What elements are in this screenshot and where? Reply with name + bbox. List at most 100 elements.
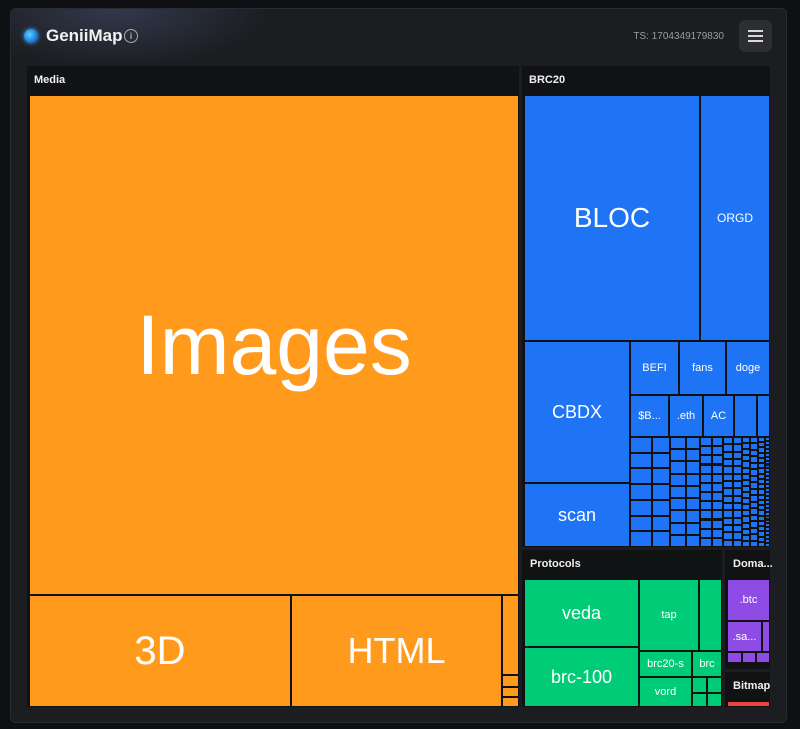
tile-brc20-small[interactable] — [733, 503, 742, 511]
tile-brc20-small[interactable] — [712, 437, 723, 447]
tile-brc20-small[interactable] — [700, 446, 712, 456]
tile-brc20-small[interactable] — [733, 466, 742, 474]
tile-brc20-small[interactable] — [712, 519, 723, 529]
tile-vord[interactable]: vord — [639, 677, 692, 707]
tile-bitmap[interactable] — [727, 701, 770, 707]
tile-brc20-small[interactable] — [670, 510, 686, 523]
tile-brc20-small[interactable] — [733, 473, 742, 481]
tile-brc20-small[interactable] — [630, 531, 652, 547]
tile-media-small[interactable] — [502, 687, 519, 697]
tile-brc20-small[interactable] — [700, 437, 712, 447]
tile-brc20-small[interactable] — [670, 437, 686, 450]
tile-brc20-small[interactable] — [723, 444, 733, 452]
tile-brc20-small[interactable] — [733, 525, 742, 533]
tile-veda[interactable]: veda — [524, 579, 639, 647]
tile-brc20-small[interactable] — [686, 485, 700, 499]
tile-befi[interactable]: BEFI — [630, 341, 679, 395]
tile-sa[interactable]: .sa... — [727, 621, 762, 652]
tile-brc20-small[interactable] — [700, 510, 712, 520]
tile-brc20-small[interactable] — [734, 395, 757, 437]
tile-brc20-small[interactable] — [670, 485, 686, 499]
tile-brc20-small[interactable] — [630, 515, 652, 532]
tile-brc20-small[interactable] — [686, 534, 700, 547]
tile-brc20-small[interactable] — [670, 522, 686, 535]
tile-protocol-small[interactable] — [699, 579, 722, 651]
tile-protocol-small[interactable] — [692, 693, 707, 707]
menu-button[interactable] — [739, 20, 772, 52]
tile-brc20-small[interactable] — [712, 528, 723, 538]
info-icon[interactable]: i — [124, 29, 138, 43]
tile-brc20-small[interactable] — [670, 473, 686, 486]
tile-brc20-small[interactable] — [652, 499, 670, 516]
tile-protocol-small[interactable] — [707, 693, 722, 707]
tile-brc20-small[interactable] — [700, 464, 712, 474]
tile-brc20-small[interactable] — [712, 446, 723, 456]
tile-brc20-small[interactable] — [700, 482, 712, 492]
tile-brc20-small[interactable] — [723, 437, 733, 445]
tile-brc20-small[interactable] — [652, 531, 670, 547]
tile-brc20-small[interactable] — [765, 543, 770, 547]
tile-images[interactable]: Images — [29, 95, 519, 595]
tile-brc20-small[interactable] — [758, 541, 765, 547]
tile-brc20-small[interactable] — [723, 517, 733, 525]
tile-brc20-small[interactable] — [700, 537, 712, 547]
tile-brc20-small[interactable] — [733, 437, 742, 445]
tile-cbdx[interactable]: CBDX — [524, 341, 630, 483]
tile-brc20-small[interactable] — [733, 451, 742, 459]
tile-brc20-small[interactable] — [723, 510, 733, 518]
tile-brc20-small[interactable] — [630, 499, 652, 516]
tile-brc20-small[interactable] — [712, 482, 723, 492]
tile-brc20-small[interactable] — [652, 437, 670, 453]
tile-brc20-small[interactable] — [723, 473, 733, 481]
tile-brc20-small[interactable] — [723, 488, 733, 496]
tile-brc20-small[interactable] — [652, 452, 670, 469]
tile-html[interactable]: HTML — [291, 595, 502, 707]
tile-fans[interactable]: fans — [679, 341, 726, 395]
tile-brc20-small[interactable] — [733, 532, 742, 540]
tile-domain-small[interactable] — [742, 652, 756, 663]
tile-brc20-small[interactable] — [733, 488, 742, 496]
tile-brc20-small[interactable] — [712, 455, 723, 465]
tile-brc20-small[interactable] — [712, 510, 723, 520]
tile-brc20-small[interactable] — [733, 495, 742, 503]
tile-brc20-small[interactable] — [733, 459, 742, 467]
tile-brc20-small[interactable] — [686, 510, 700, 523]
tile-3d[interactable]: 3D — [29, 595, 291, 707]
tile-brc20-small[interactable] — [733, 517, 742, 525]
tile-brc20-small[interactable] — [670, 449, 686, 462]
tile-brc20-small[interactable] — [723, 451, 733, 459]
tile-brc20-small[interactable] — [652, 468, 670, 485]
tile-brc20-small[interactable] — [630, 484, 652, 500]
tile-brc20-small[interactable] — [686, 461, 700, 474]
tile-brc20-small[interactable] — [723, 466, 733, 474]
tile-brc20-small[interactable] — [733, 444, 742, 452]
tile-doge[interactable]: doge — [726, 341, 770, 395]
tile-brc20-small[interactable] — [700, 492, 712, 502]
tile-brc20-small[interactable] — [670, 498, 686, 511]
tile-ac[interactable]: AC — [703, 395, 734, 437]
tile-brc20-small[interactable] — [712, 473, 723, 483]
tile-brc20-small[interactable] — [750, 540, 758, 547]
tile-brc20-small[interactable] — [723, 525, 733, 533]
tile-brc20-small[interactable] — [686, 449, 700, 462]
tile-brc20-small[interactable] — [630, 452, 652, 469]
tile-brc20-small[interactable] — [686, 473, 700, 486]
tile-brc20-small[interactable] — [750, 488, 758, 496]
tile-eth[interactable]: .eth — [669, 395, 703, 437]
tile-brc20-small[interactable] — [723, 481, 733, 489]
tile-brc20-small[interactable] — [686, 522, 700, 535]
tile-brc20-small[interactable] — [700, 501, 712, 511]
tile-bloc[interactable]: BLOC — [524, 95, 700, 341]
tile-brc20-small[interactable] — [712, 537, 723, 547]
tile-brc20-small[interactable] — [723, 503, 733, 511]
tile-brc20-small[interactable] — [712, 501, 723, 511]
tile-brc20-small[interactable] — [700, 528, 712, 538]
tile-media-small[interactable] — [502, 595, 519, 675]
tile-media-small[interactable] — [502, 697, 519, 707]
tile-brc20-small[interactable] — [652, 484, 670, 500]
tile-brc20-small[interactable] — [723, 495, 733, 503]
tile-protocol-small[interactable] — [692, 677, 707, 693]
tile-brc20-s[interactable]: brc20-s — [639, 651, 692, 677]
tile-brc20-small[interactable] — [686, 498, 700, 511]
tile-brc20-small[interactable] — [712, 492, 723, 502]
